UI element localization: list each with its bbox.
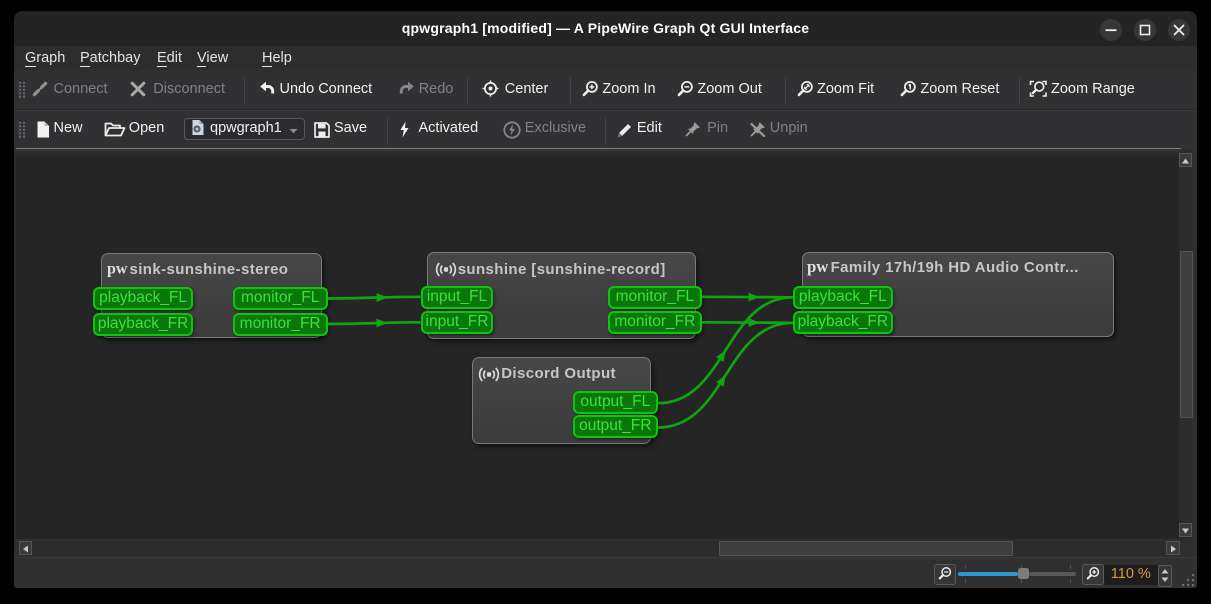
svg-text:pw: pw bbox=[107, 261, 128, 277]
svg-text:pw: pw bbox=[807, 259, 828, 276]
